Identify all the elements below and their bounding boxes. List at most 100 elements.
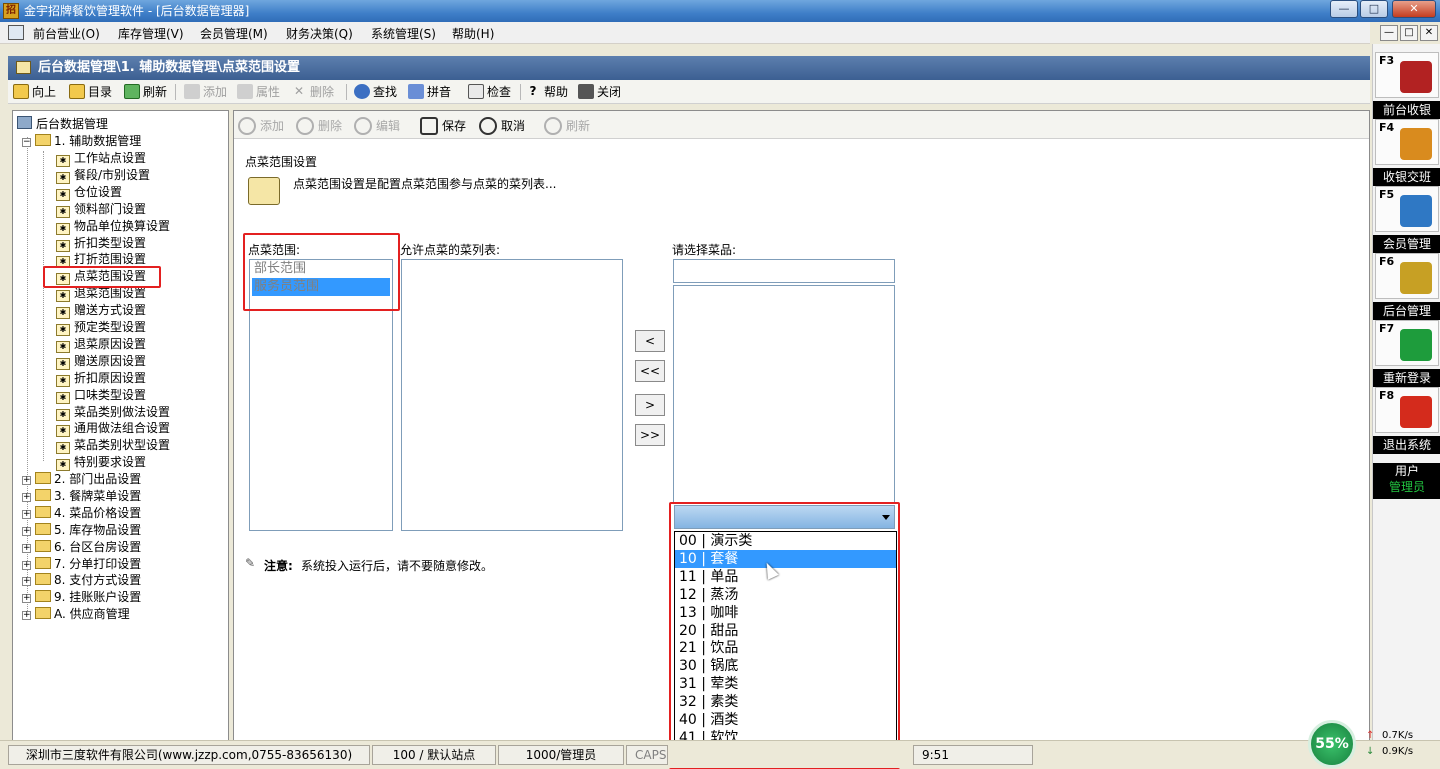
tree-group[interactable]: +9. 挂账账户设置 [22, 589, 141, 605]
menu-help[interactable]: 帮助(H) [452, 25, 494, 42]
folder-icon [35, 505, 51, 518]
edit-circle-icon [354, 117, 372, 135]
mdi-close-button[interactable]: ✕ [1420, 25, 1438, 41]
menu-inventory[interactable]: 库存管理(V) [118, 25, 184, 42]
mdi-restore-button[interactable]: □ [1400, 25, 1418, 41]
quick-button-label[interactable]: 退出系统 [1373, 436, 1440, 454]
tree-group[interactable]: + A. 供应商管理 [22, 606, 130, 622]
tree-item[interactable]: ✱ 赠送原因设置 [56, 353, 146, 370]
settings-doc-icon: ✱ [56, 391, 70, 404]
maximize-button[interactable]: □ [1360, 0, 1388, 18]
delete-button[interactable]: ✕ 删除 [291, 83, 334, 101]
pinyin-button[interactable]: 拼音 [408, 83, 451, 101]
folder-icon [35, 488, 51, 501]
allowed-dishes-listbox[interactable] [401, 259, 623, 531]
document-menu-icon[interactable] [8, 25, 24, 40]
form-cancel-button[interactable]: 取消 [479, 116, 525, 136]
tree-item[interactable]: ✱ 工作站点设置 [56, 150, 146, 167]
expand-icon[interactable]: + [22, 594, 31, 604]
close-button[interactable]: 关闭 [578, 83, 621, 101]
tree-item[interactable]: ✱ 领料部门设置 [56, 201, 146, 218]
move-one-right-button[interactable]: > [635, 394, 665, 416]
tree-item[interactable]: ✱ 仓位设置 [56, 184, 122, 201]
allowed-dishes-label: 允许点菜的菜列表: [400, 243, 501, 257]
form-add-button[interactable]: 添加 [238, 116, 284, 136]
help-button[interactable]: ? 帮助 [525, 83, 569, 101]
expand-icon[interactable]: + [22, 476, 31, 485]
quick-button-label[interactable]: 会员管理 [1373, 235, 1440, 253]
quick-button-f4[interactable]: F4 [1375, 119, 1439, 165]
candidate-dishes-listbox[interactable] [673, 285, 895, 503]
menu-bar: 前台营业(O) 库存管理(V) 会员管理(M) 财务决策(Q) 系统管理(S) … [0, 22, 1370, 44]
close-window-button[interactable]: ✕ [1392, 0, 1436, 18]
tree-item[interactable]: ✱ 口味类型设置 [56, 387, 146, 404]
tree-item[interactable]: ✱ 特别要求设置 [56, 454, 146, 472]
quick-button-f8[interactable]: F8 [1375, 387, 1439, 433]
section-description: 点菜范围设置是配置点菜范围参与点菜的菜列表... [293, 177, 557, 191]
expand-icon[interactable]: + [22, 560, 31, 570]
expand-icon[interactable]: + [22, 509, 31, 519]
tree-root[interactable]: 后台数据管理 [17, 116, 108, 132]
expand-icon[interactable]: + [22, 611, 31, 621]
pencil-icon: ✎ [245, 556, 256, 570]
tree-group-auxiliary[interactable]: −1. 辅助数据管理 [22, 133, 141, 149]
tree-item[interactable]: ✱ 通用做法组合设置 [56, 420, 170, 438]
tree-group[interactable]: +5. 库存物品设置 [22, 522, 141, 538]
tree-item[interactable]: ✱ 赠送方式设置 [56, 302, 146, 320]
tree-group[interactable]: +3. 餐牌菜单设置 [22, 488, 141, 504]
quick-button-label[interactable]: 重新登录 [1373, 369, 1440, 387]
refresh-button[interactable]: 刷新 [124, 83, 167, 101]
quick-button-f5[interactable]: F5 [1375, 186, 1439, 232]
expand-icon[interactable]: + [22, 543, 31, 553]
settings-doc-icon: ✱ [56, 171, 70, 184]
find-button[interactable]: 查找 [354, 83, 397, 101]
tree-item[interactable]: ✱ 打折范围设置 [56, 251, 146, 269]
folder-up-icon [13, 84, 29, 99]
tree-group[interactable]: +2. 部门出品设置 [22, 471, 141, 487]
mdi-minimize-button[interactable]: — [1380, 25, 1398, 41]
tree-item[interactable]: ✱ 菜品类别做法设置 [56, 404, 170, 421]
dish-search-input[interactable] [673, 259, 895, 283]
menu-members[interactable]: 会员管理(M) [200, 25, 268, 42]
tree-group[interactable]: +6. 台区台房设置 [22, 539, 141, 555]
expand-icon[interactable]: + [22, 526, 31, 536]
tree-item[interactable]: ✱ 物品单位换算设置 [56, 218, 170, 235]
minimize-button[interactable]: — [1330, 0, 1358, 18]
tree-item[interactable]: ✱ 折扣类型设置 [56, 235, 146, 252]
expand-icon[interactable]: + [22, 577, 31, 587]
page-title: 后台数据管理\1. 辅助数据管理\点菜范围设置 [38, 60, 301, 75]
tree-group[interactable]: +4. 菜品价格设置 [22, 505, 141, 521]
tree-item[interactable]: ✱ 退菜原因设置 [56, 336, 146, 353]
form-edit-button[interactable]: 编辑 [354, 116, 400, 136]
properties-button[interactable]: 属性 [237, 83, 280, 101]
quick-button-label[interactable]: 前台收银 [1373, 101, 1440, 119]
menu-front-business[interactable]: 前台营业(O) [33, 25, 100, 42]
checklist-icon [468, 84, 484, 99]
form-refresh-button[interactable]: 刷新 [544, 116, 590, 136]
tree-item[interactable]: ✱ 预定类型设置 [56, 319, 146, 336]
form-save-button[interactable]: 保存 [420, 116, 466, 136]
tree-item[interactable]: ✱ 折扣原因设置 [56, 370, 146, 387]
quick-button-f6[interactable]: F6 [1375, 253, 1439, 299]
up-button[interactable]: 向上 [13, 83, 56, 101]
move-all-right-button[interactable]: >> [635, 424, 665, 446]
form-delete-button[interactable]: 删除 [296, 116, 342, 136]
add-button[interactable]: 添加 [184, 83, 227, 101]
menu-finance[interactable]: 财务决策(Q) [286, 25, 353, 42]
quick-button-f7[interactable]: F7 [1375, 320, 1439, 366]
menu-system[interactable]: 系统管理(S) [371, 25, 436, 42]
tree-item[interactable]: ✱ 菜品类别状型设置 [56, 437, 170, 455]
quick-button-f3[interactable]: F3 [1375, 52, 1439, 98]
quick-button-label[interactable]: 后台管理 [1373, 302, 1440, 320]
tree-item[interactable]: ✱ 餐段/市别设置 [56, 167, 150, 184]
move-all-left-button[interactable]: << [635, 360, 665, 382]
tree-group[interactable]: +8. 支付方式设置 [22, 572, 141, 588]
network-monitor[interactable]: 55% ↑ 0.7K/s ↓ 0.9K/s [1308, 718, 1440, 768]
expand-icon[interactable]: + [22, 492, 31, 502]
quick-button-label[interactable]: 收银交班 [1373, 168, 1440, 186]
settings-doc-icon: ✱ [56, 442, 70, 455]
tree-group[interactable]: +7. 分单打印设置 [22, 556, 141, 572]
catalog-button[interactable]: 目录 [69, 83, 112, 101]
move-one-left-button[interactable]: < [635, 330, 665, 352]
check-button[interactable]: 检查 [468, 83, 511, 101]
